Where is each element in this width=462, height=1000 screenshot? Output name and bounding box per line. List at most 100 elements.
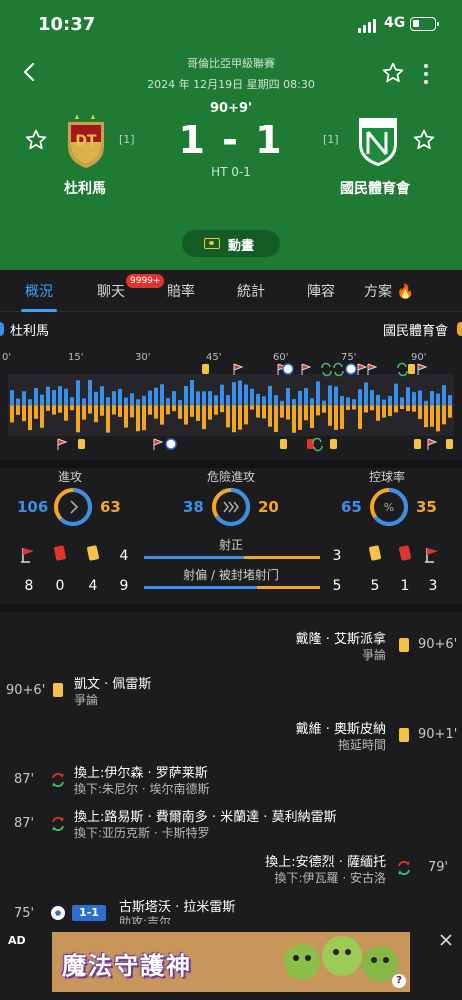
home-momentum-bar — [274, 395, 278, 405]
ad-info-icon[interactable]: ? — [392, 974, 406, 988]
home-momentum-bar — [88, 379, 92, 405]
home-momentum-bar — [118, 388, 122, 405]
follow-away-star-icon[interactable] — [412, 128, 436, 152]
home-momentum-bar — [364, 382, 368, 405]
home-momentum-bar — [178, 399, 182, 405]
home-momentum-bar — [412, 392, 416, 405]
corner-marker — [367, 363, 378, 375]
home-color-marker — [0, 322, 4, 336]
shots-on-label: 射正 — [218, 538, 243, 552]
home-momentum-bar — [292, 399, 296, 405]
away-momentum-bar — [418, 405, 422, 419]
away-corner-flag-icon — [425, 548, 438, 563]
away-momentum-bar — [322, 405, 326, 413]
event-minute: 87' — [14, 772, 35, 787]
home-momentum-bar — [232, 382, 236, 405]
tab-stats[interactable]: 統計 — [216, 281, 286, 301]
timeline-tick-label: 90' — [411, 352, 426, 363]
substitution-icon — [52, 773, 64, 787]
goal-marker — [165, 438, 177, 450]
home-momentum-bar — [184, 386, 188, 405]
home-momentum-bar — [436, 393, 440, 405]
home-momentum-bar — [340, 395, 344, 405]
ad-banner[interactable]: 魔法守護神 ? — [52, 932, 410, 992]
away-momentum-bar — [388, 405, 392, 417]
shots-on-bar — [144, 556, 320, 559]
away-momentum-bar — [46, 405, 50, 411]
substitution-icon — [52, 817, 64, 831]
event-minute: 75' — [14, 906, 35, 921]
away-possession: 35 — [416, 498, 437, 516]
away-momentum-bar — [130, 405, 134, 418]
home-momentum-bar — [226, 395, 230, 405]
event-detail: 爭論 — [74, 693, 99, 707]
away-momentum-bar — [448, 405, 452, 418]
home-momentum-bar — [172, 391, 176, 405]
event-player: 換上:伊尔森 · 罗萨莱斯 — [74, 766, 208, 781]
away-momentum-bar — [40, 405, 44, 428]
home-momentum-bar — [400, 397, 404, 405]
home-momentum-bar — [124, 397, 128, 405]
home-momentum-bar — [28, 399, 32, 405]
away-attacks: 63 — [100, 498, 121, 516]
network-label: 4G — [384, 15, 406, 31]
away-momentum-bar — [382, 405, 386, 418]
away-momentum-bar — [226, 405, 230, 428]
match-minute: 90+9' — [209, 101, 252, 116]
ad-label: AD — [8, 934, 26, 947]
timeline-tick-label: 0' — [2, 352, 11, 363]
home-momentum-bar — [442, 385, 446, 405]
home-momentum-bar — [130, 393, 134, 405]
away-momentum-bar — [406, 405, 410, 412]
home-dangerous-attacks: 38 — [183, 498, 204, 516]
away-momentum-bar — [430, 405, 434, 427]
away-team-name[interactable]: 國民體育會 — [310, 178, 440, 198]
away-momentum-bar — [424, 405, 428, 428]
home-momentum-bar — [166, 398, 170, 405]
away-momentum-bar — [100, 405, 104, 416]
dangerous-attack-ring — [212, 488, 250, 526]
away-momentum-bar — [412, 405, 416, 412]
tab-bar: 概況 聊天 賠率 統計 陣容 方案 🔥 — [0, 270, 462, 312]
corner-marker — [427, 438, 438, 450]
away-momentum-bar — [256, 405, 260, 418]
home-momentum-bar — [160, 384, 164, 405]
home-momentum-bar — [94, 391, 98, 405]
yellow-card-marker — [280, 439, 287, 449]
animation-button[interactable]: 動畫 — [182, 230, 280, 257]
home-momentum-bar — [352, 399, 356, 405]
substitution-marker — [333, 362, 344, 377]
away-momentum-bar — [358, 405, 362, 429]
home-momentum-bar — [286, 388, 290, 405]
home-momentum-bar — [100, 386, 104, 405]
more-menu-icon[interactable] — [420, 62, 432, 84]
tab-plan[interactable]: 方案 🔥 — [354, 281, 424, 301]
favorite-star-icon[interactable] — [381, 61, 405, 85]
away-dangerous-attacks: 20 — [258, 498, 279, 516]
away-shots-on: 3 — [332, 548, 342, 564]
goal-score-chip: 1-1 — [72, 905, 106, 921]
home-momentum-bar — [316, 381, 320, 405]
goal-marker — [345, 363, 357, 375]
home-team-name[interactable]: 杜利馬 — [20, 178, 150, 198]
home-momentum-bar — [208, 391, 212, 405]
tab-lineup[interactable]: 陣容 — [286, 281, 356, 301]
away-momentum-bar — [202, 405, 206, 430]
home-momentum-bar — [322, 400, 326, 405]
home-momentum-bar — [22, 391, 26, 405]
attack-ring — [54, 488, 92, 526]
away-momentum-bar — [76, 405, 80, 433]
home-momentum-bar — [148, 390, 152, 405]
away-momentum-bar — [364, 405, 368, 413]
ad-close-icon[interactable] — [438, 932, 454, 948]
away-momentum-bar — [172, 405, 176, 412]
svg-text:%: % — [384, 501, 394, 514]
away-corners: 3 — [428, 578, 438, 594]
away-momentum-bar — [442, 405, 446, 425]
away-momentum-bar — [310, 405, 314, 429]
possession-ring: % — [370, 488, 408, 526]
dangerous-attack-label: 危險進攻 — [206, 470, 255, 484]
timeline-tick-label: 60' — [273, 352, 288, 363]
tab-overview[interactable]: 概況 — [4, 281, 74, 301]
home-momentum-bar — [430, 391, 434, 405]
